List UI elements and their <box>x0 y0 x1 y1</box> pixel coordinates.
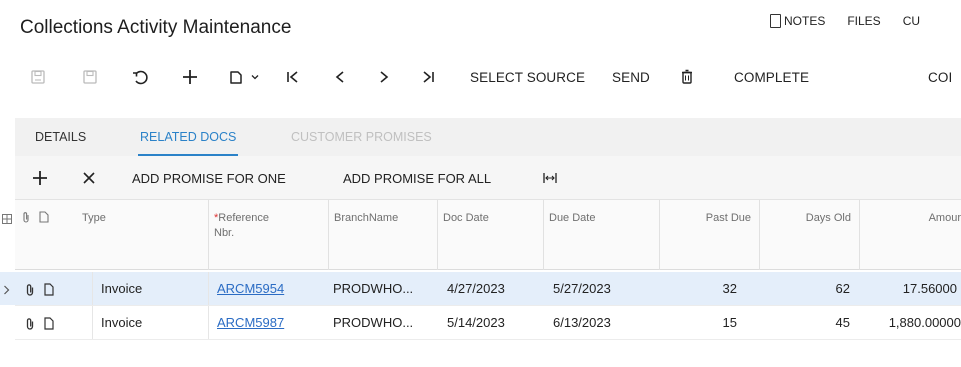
tab-bar: DETAILS RELATED DOCS CUSTOMER PROMISES <box>15 118 961 156</box>
row-attachment-button[interactable] <box>26 306 40 339</box>
col-reference-label: Reference <box>218 212 270 224</box>
send-button[interactable]: SEND <box>612 64 650 90</box>
paperclip-icon <box>26 318 34 330</box>
chevron-right-icon <box>4 285 10 294</box>
row-days-old: 45 <box>835 315 850 330</box>
row-divider <box>92 272 93 305</box>
table-row[interactable]: Invoice ARCM5954 PRODWHO... 4/27/2023 5/… <box>0 272 961 305</box>
row-indicator <box>3 272 13 305</box>
row-branch-name: PRODWHO... <box>333 315 414 330</box>
document-icon <box>44 283 54 296</box>
tab-customer-promises[interactable]: CUSTOMER PROMISES <box>291 118 432 156</box>
plus-icon <box>183 70 197 84</box>
row-past-due: 32 <box>722 281 737 296</box>
copy-paste-button[interactable] <box>228 64 244 90</box>
row-selector-header <box>2 211 12 224</box>
paperclip-icon <box>23 212 29 223</box>
col-past-due[interactable]: Past Due <box>659 200 759 270</box>
notes-icon <box>770 14 781 28</box>
table-row[interactable]: Invoice ARCM5987 PRODWHO... 5/14/2023 6/… <box>0 306 961 339</box>
row-doc-date: 4/27/2023 <box>447 281 505 296</box>
save-close-icon <box>31 70 45 84</box>
document-icon <box>39 211 49 223</box>
plus-icon <box>33 171 47 185</box>
col-amount[interactable]: Amour <box>859 200 961 270</box>
chevron-down-icon <box>251 75 259 80</box>
save-button[interactable] <box>82 64 98 90</box>
add-button[interactable] <box>181 64 199 90</box>
add-row-button[interactable] <box>32 156 48 200</box>
page-title: Collections Activity Maintenance <box>20 17 292 38</box>
col-due-date[interactable]: Due Date <box>543 200 659 270</box>
attachment-column-header <box>22 210 30 228</box>
copy-icon <box>230 71 242 84</box>
first-record-button[interactable] <box>285 64 301 90</box>
top-actions: NOTES FILES CU <box>770 14 920 28</box>
notes-column-header <box>39 210 49 228</box>
fit-columns-button[interactable] <box>543 156 557 200</box>
row-due-date: 5/27/2023 <box>553 281 611 296</box>
grid-header: Type *Reference Nbr. BranchName Doc Date… <box>2 200 961 270</box>
trash-icon <box>682 69 692 84</box>
col-reference-label-2: Nbr. <box>214 227 235 239</box>
col-reference-nbr[interactable]: *Reference Nbr. <box>208 200 328 270</box>
tab-details[interactable]: DETAILS <box>35 118 86 156</box>
undo-button[interactable] <box>131 64 149 90</box>
col-doc-date[interactable]: Doc Date <box>437 200 543 270</box>
previous-record-button[interactable] <box>333 64 347 90</box>
row-notes-button[interactable] <box>44 272 58 305</box>
col-branch-name[interactable]: BranchName <box>328 200 437 270</box>
row-amount: 1,880.00000 <box>888 315 961 330</box>
more-actions-button[interactable]: COI <box>928 64 952 90</box>
row-reference-link[interactable]: ARCM5987 <box>217 306 317 339</box>
row-divider <box>208 272 209 305</box>
last-record-button[interactable] <box>420 64 436 90</box>
save-close-button[interactable] <box>30 64 46 90</box>
chevron-right-icon <box>380 71 389 83</box>
row-divider <box>208 306 209 339</box>
copy-paste-dropdown[interactable] <box>250 64 260 90</box>
add-promise-for-all-button[interactable]: ADD PROMISE FOR ALL <box>343 156 491 200</box>
row-branch-name: PRODWHO... <box>333 281 414 296</box>
files-button[interactable]: FILES <box>847 14 880 28</box>
last-record-icon <box>423 71 434 83</box>
chevron-left-icon <box>335 71 344 83</box>
notes-label: NOTES <box>784 14 826 28</box>
tab-related-docs[interactable]: RELATED DOCS <box>137 118 239 156</box>
document-icon <box>44 317 54 330</box>
row-notes-button[interactable] <box>44 306 58 339</box>
row-divider <box>92 306 93 339</box>
undo-icon <box>133 70 148 85</box>
select-source-button[interactable]: SELECT SOURCE <box>470 64 585 90</box>
delete-row-button[interactable] <box>82 156 96 200</box>
row-due-date: 6/13/2023 <box>553 315 611 330</box>
delete-button[interactable] <box>680 64 694 90</box>
add-promise-for-one-button[interactable]: ADD PROMISE FOR ONE <box>132 156 286 200</box>
row-days-old: 62 <box>835 281 850 296</box>
fit-width-icon <box>543 173 557 183</box>
row-doc-date: 5/14/2023 <box>447 315 505 330</box>
complete-button[interactable]: COMPLETE <box>734 64 809 90</box>
first-record-icon <box>287 71 298 83</box>
close-icon <box>83 172 95 184</box>
main-toolbar: SELECT SOURCE SEND COMPLETE COI <box>0 64 961 90</box>
row-past-due: 15 <box>722 315 737 330</box>
notes-button[interactable]: NOTES <box>770 14 825 28</box>
col-type[interactable]: Type <box>77 200 208 270</box>
paperclip-icon <box>26 284 34 296</box>
customization-button[interactable]: CU <box>903 14 920 28</box>
save-icon <box>83 70 97 84</box>
col-days-old[interactable]: Days Old <box>759 200 859 270</box>
row-type: Invoice <box>101 315 143 330</box>
row-reference-link[interactable]: ARCM5954 <box>217 272 317 305</box>
next-record-button[interactable] <box>377 64 391 90</box>
row-separator <box>15 339 961 340</box>
row-type: Invoice <box>101 281 143 296</box>
row-amount: 17.56000 <box>902 281 957 296</box>
grid-toolbar: ADD PROMISE FOR ONE ADD PROMISE FOR ALL <box>15 156 961 200</box>
row-attachment-button[interactable] <box>26 272 40 305</box>
grid-icon <box>2 214 12 224</box>
